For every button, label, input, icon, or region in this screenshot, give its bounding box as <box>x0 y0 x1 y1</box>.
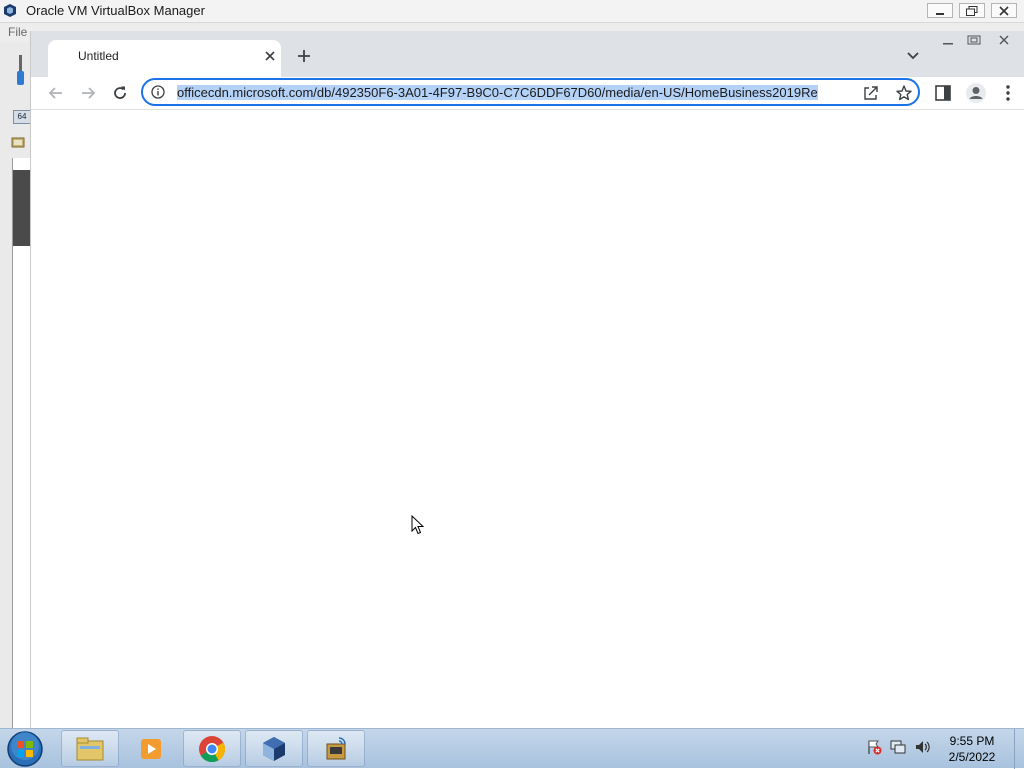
start-button-icon[interactable] <box>4 730 46 768</box>
taskbar-network-app[interactable] <box>307 730 365 767</box>
media-player-icon <box>141 738 161 759</box>
bookmark-star-icon[interactable] <box>895 84 913 102</box>
chrome-window: Untitled officecdn.microsoft.com/db/4923… <box>31 31 1024 728</box>
share-icon[interactable] <box>863 85 879 101</box>
tab-close-button[interactable] <box>261 47 279 65</box>
chrome-restore-button[interactable] <box>963 33 985 47</box>
tools-icon[interactable] <box>14 53 28 87</box>
tab-title: Untitled <box>78 49 119 63</box>
virtualbox-icon <box>263 736 285 761</box>
virtualbox-logo-icon <box>4 4 16 17</box>
page-content[interactable] <box>31 110 1024 728</box>
taskbar-explorer[interactable] <box>61 730 119 767</box>
taskbar-virtualbox[interactable] <box>245 730 303 767</box>
vb-preview-thumbnail <box>13 170 30 246</box>
url-text[interactable]: officecdn.microsoft.com/db/492350F6-3A01… <box>177 84 855 101</box>
clock-date: 2/5/2022 <box>948 750 996 764</box>
minimize-icon <box>943 43 953 45</box>
system-clock[interactable]: 9:55 PM 2/5/2022 <box>932 733 1012 765</box>
address-bar[interactable]: officecdn.microsoft.com/db/492350F6-3A01… <box>141 78 920 106</box>
plus-icon <box>298 50 310 62</box>
chrome-close-button[interactable] <box>993 33 1015 47</box>
url-selected-text: officecdn.microsoft.com/db/492350F6-3A01… <box>177 85 818 100</box>
taskbar-media-player[interactable] <box>122 730 180 767</box>
browser-toolbar: officecdn.microsoft.com/db/492350F6-3A01… <box>31 77 1024 110</box>
volume-icon[interactable] <box>914 739 930 755</box>
forward-button[interactable] <box>77 82 99 104</box>
virtualbox-titlebar: Oracle VM VirtualBox Manager <box>0 0 1024 23</box>
virtualbox-title: Oracle VM VirtualBox Manager <box>26 3 205 18</box>
vm-os-badge[interactable]: 64 <box>13 110 31 124</box>
taskbar-chrome[interactable] <box>183 730 241 767</box>
profile-avatar-icon[interactable] <box>965 82 987 104</box>
back-button[interactable] <box>45 82 67 104</box>
minimize-icon <box>936 12 944 15</box>
vb-restore-button[interactable] <box>959 3 985 18</box>
network-app-icon <box>326 736 346 759</box>
new-tab-button[interactable] <box>293 45 315 67</box>
close-icon <box>265 51 275 61</box>
chrome-minimize-button[interactable] <box>937 33 959 47</box>
network-status-icon[interactable] <box>890 739 906 755</box>
reload-button[interactable] <box>109 82 131 104</box>
restore-icon <box>967 35 981 45</box>
side-panel-icon[interactable] <box>934 84 952 102</box>
close-icon <box>999 5 1009 16</box>
vb-menu-file[interactable]: File <box>8 25 27 39</box>
vb-minimize-button[interactable] <box>927 3 953 18</box>
mouse-cursor-icon <box>411 515 425 535</box>
restore-icon <box>966 5 978 16</box>
forward-arrow-icon <box>82 87 96 99</box>
vb-close-button[interactable] <box>991 3 1017 18</box>
tab-search-chevron-icon[interactable] <box>904 46 922 64</box>
close-icon <box>999 35 1009 45</box>
reload-icon <box>114 86 126 99</box>
vm-settings-icon[interactable] <box>11 136 25 149</box>
show-desktop-button[interactable] <box>1014 729 1024 769</box>
site-info-icon[interactable] <box>151 85 165 99</box>
back-arrow-icon <box>48 87 62 99</box>
tab-strip: Untitled <box>31 31 1024 77</box>
more-menu-icon[interactable] <box>1001 83 1015 103</box>
taskbar: 9:55 PM 2/5/2022 <box>0 728 1024 769</box>
tab-untitled[interactable]: Untitled <box>48 40 281 77</box>
explorer-icon <box>76 737 104 760</box>
chrome-icon <box>199 735 226 762</box>
clock-time: 9:55 PM <box>949 734 995 748</box>
action-center-flag-icon[interactable] <box>866 739 882 755</box>
